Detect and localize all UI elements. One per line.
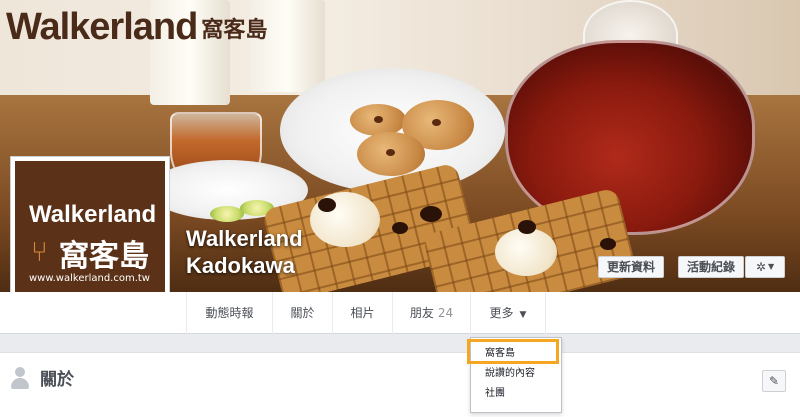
pencil-icon: ✎ [768,374,780,388]
about-title: 關於 [40,370,74,390]
cookie [357,132,425,176]
tab-label: 更多 [489,306,514,320]
tab-friends[interactable]: 朋友 24 [392,292,470,334]
about-section: 關於 [0,352,800,417]
person-icon-body [11,378,29,389]
page-name[interactable]: Walkerland Kadokawa [186,225,303,279]
update-info-button[interactable]: 更新資料 [598,256,665,278]
tab-timeline[interactable]: 動態時報 [186,292,272,334]
profile-logo-chinese: 窩客島 [59,239,149,274]
brand-logo: Walkerland 窩客島 [6,6,267,49]
lemon-slice [210,206,244,222]
edit-button[interactable]: ✎ [762,370,786,392]
profile-logo: Walkerland ⑂ 窩客島 www.walkerland.com.tw [15,161,165,311]
menu-item-likes[interactable]: 說讚的內容 [471,364,561,384]
page-name-line2[interactable]: Kadokawa [186,252,303,279]
highlight-box [467,339,559,364]
tab-label: 關於 [290,306,315,320]
friends-count: 24 [437,306,454,320]
page-nav-bar: 動態時報 關於 相片 朋友 24 更多 ▼ [0,292,800,334]
raisin [518,220,536,234]
activity-log-button[interactable]: 活動紀錄 [678,256,745,278]
chevron-down-icon: ▼ [767,262,775,271]
raisin [420,206,442,222]
raisin [392,222,408,234]
menu-item-groups[interactable]: 社團 [471,384,561,404]
whipped-cream [495,228,557,276]
tab-label: 相片 [350,306,375,320]
settings-button[interactable]: ✲ ▼ [745,256,785,278]
tab-about[interactable]: 關於 [272,292,332,334]
tab-photos[interactable]: 相片 [332,292,392,334]
chevron-down-icon: ▼ [519,310,527,320]
raisin [600,238,616,250]
tab-label: 朋友 [409,306,434,320]
tab-label: 動態時報 [205,306,254,320]
profile-logo-url: www.walkerland.com.tw [29,273,150,284]
raisin [318,198,336,212]
person-icon-head [15,367,25,377]
brand-name-chinese: 窩客島 [201,17,268,43]
tab-more[interactable]: 更多 ▼ [470,292,546,334]
brand-name-latin: Walkerland [6,6,198,48]
person-icon [10,367,30,389]
gear-icon: ✲ [755,260,766,274]
utensils-icon: ⑂ [31,235,48,268]
page-name-line1[interactable]: Walkerland [186,225,303,252]
profile-logo-text: Walkerland [29,201,157,228]
cookie [350,104,406,136]
